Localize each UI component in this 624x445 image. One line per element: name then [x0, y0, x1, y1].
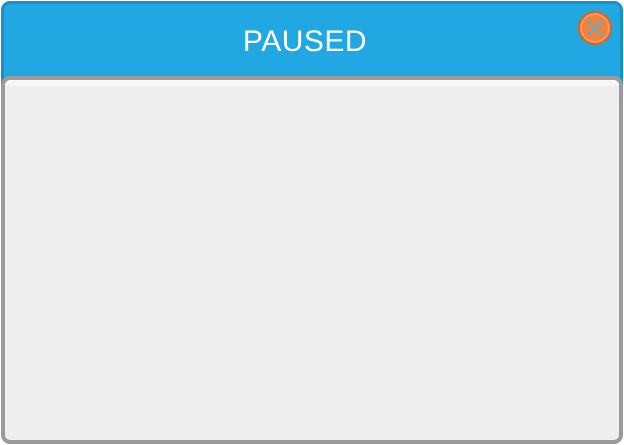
close-button[interactable] — [578, 11, 612, 45]
close-icon — [587, 20, 603, 36]
dialog-body — [1, 76, 623, 444]
pause-dialog: PAUSED — [0, 0, 624, 445]
dialog-title: PAUSED — [242, 25, 368, 58]
